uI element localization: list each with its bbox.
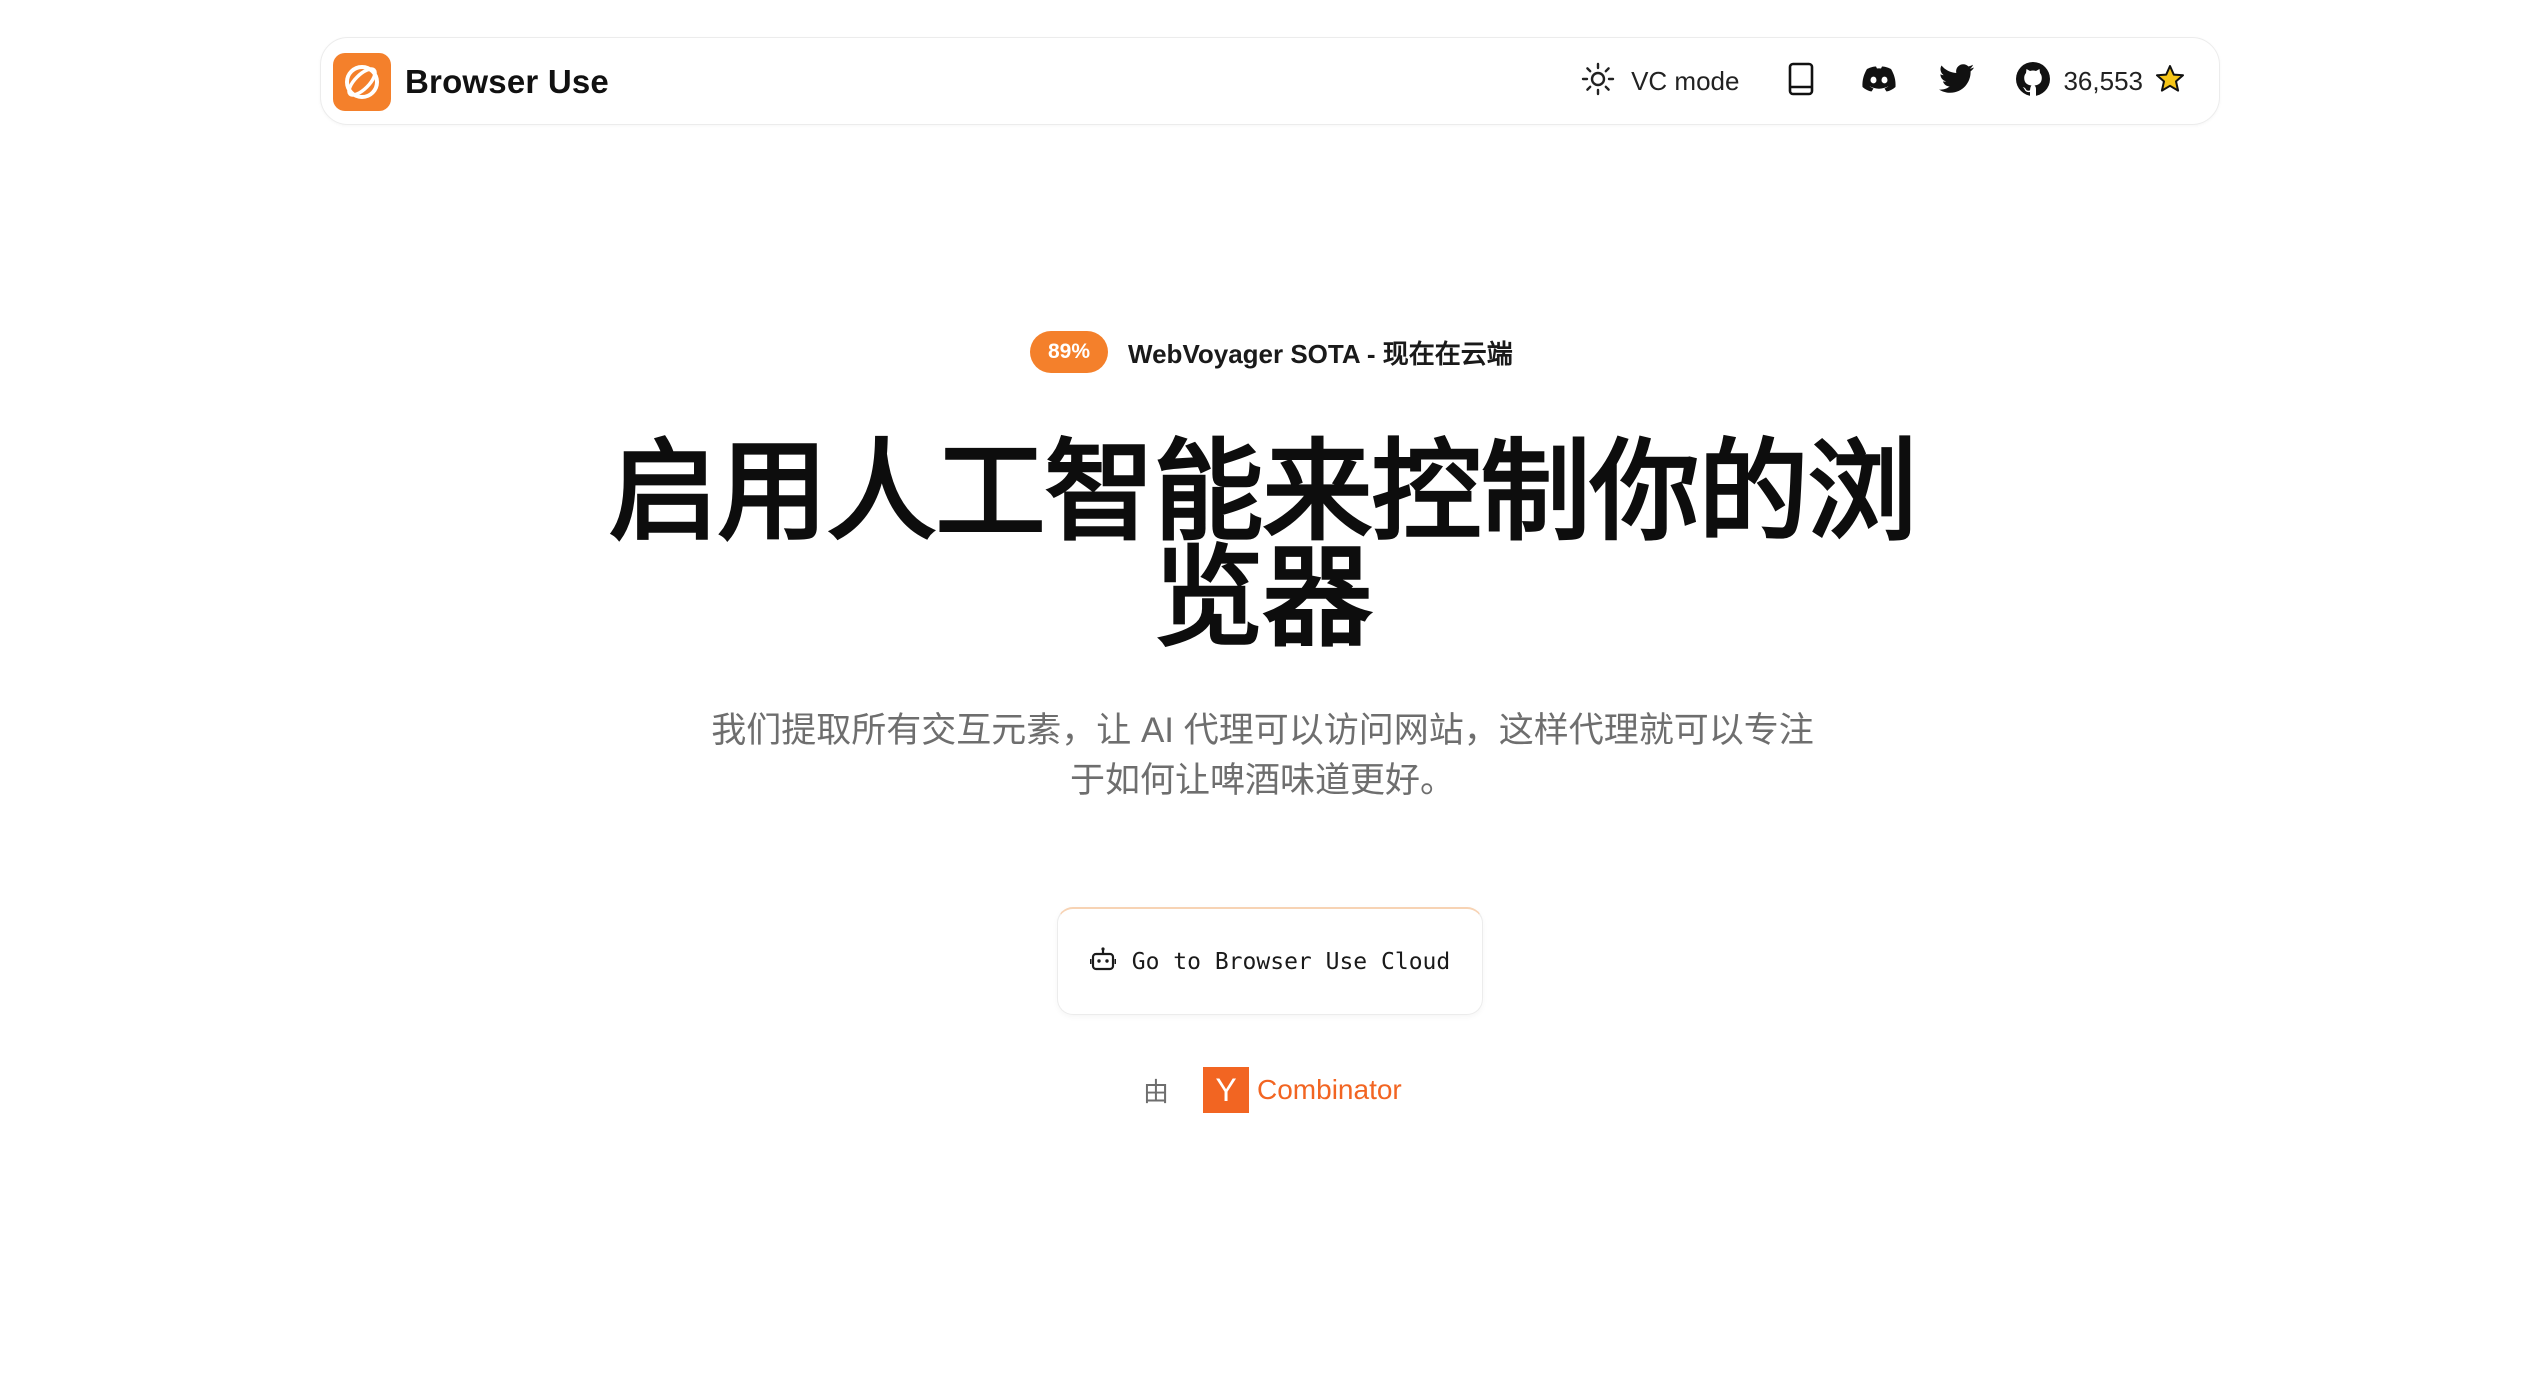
nav-actions: VC mode 36,553 (1581, 38, 2185, 124)
docs-link[interactable] (1781, 61, 1821, 101)
twitter-icon (1939, 63, 1975, 99)
y-combinator-logo: Y (1203, 1067, 1250, 1113)
github-star-count: 36,553 (2063, 65, 2143, 96)
discord-link[interactable] (1859, 61, 1899, 101)
announcement-banner[interactable]: 89% WebVoyager SOTA - 现在在云端 (1030, 331, 1513, 373)
hero-subtitle: 我们提取所有交互元素，让 AI 代理可以访问网站，这样代理就可以专注于如何让啤酒… (711, 711, 1814, 800)
top-navbar: Browser Use VC mode 36,553 (320, 37, 2220, 125)
github-stars-link[interactable]: 36,553 (2015, 61, 2185, 102)
sun-icon (1581, 62, 1615, 101)
go-to-cloud-button[interactable]: Go to Browser Use Cloud (1057, 907, 1483, 1015)
go-to-cloud-label: Go to Browser Use Cloud (1131, 948, 1451, 975)
vc-mode-toggle[interactable]: VC mode (1581, 62, 1739, 101)
y-combinator-name: Combinator (1257, 1074, 1402, 1105)
browser-use-logo (333, 53, 391, 111)
github-icon (2015, 61, 2051, 102)
star-icon (2155, 64, 2185, 99)
vc-mode-label: VC mode (1631, 65, 1740, 96)
announcement-text: WebVoyager SOTA - 现在在云端 (1128, 338, 1513, 369)
percentage-badge: 89% (1030, 331, 1109, 373)
backed-by-section: 由 Y Combinator (1143, 1067, 1402, 1113)
hero-title: 启用人工智能来控制你的浏览器 (608, 431, 1918, 660)
book-icon (1786, 62, 1816, 101)
twitter-link[interactable] (1937, 61, 1977, 101)
discord-icon (1861, 65, 1897, 98)
backed-by-label: 由 (1143, 1076, 1170, 1107)
brand-name: Browser Use (405, 63, 609, 100)
bot-icon (1089, 946, 1117, 977)
brand-link[interactable]: Browser Use (333, 53, 609, 111)
